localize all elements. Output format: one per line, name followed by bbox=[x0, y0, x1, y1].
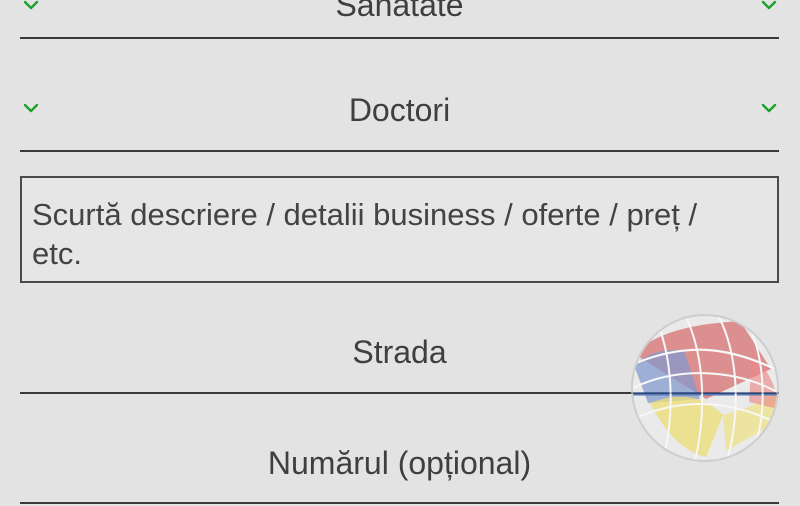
business-details-form: Sanatate Doctori Scurtă descriere / deta… bbox=[0, 0, 800, 506]
chevron-down-icon[interactable] bbox=[759, 98, 779, 118]
business-description-field[interactable]: Scurtă descriere / detalii business / of… bbox=[20, 176, 779, 283]
category-dropdown-label: Sanatate bbox=[335, 0, 464, 23]
globe-logo-watermark bbox=[631, 314, 779, 462]
subcategory-dropdown-label: Doctori bbox=[348, 92, 451, 128]
business-description-placeholder: Scurtă descriere / detalii business / of… bbox=[32, 197, 698, 271]
chevron-down-icon[interactable] bbox=[759, 0, 779, 15]
subcategory-dropdown[interactable]: Doctori bbox=[20, 66, 779, 152]
category-dropdown[interactable]: Sanatate bbox=[20, 0, 779, 39]
